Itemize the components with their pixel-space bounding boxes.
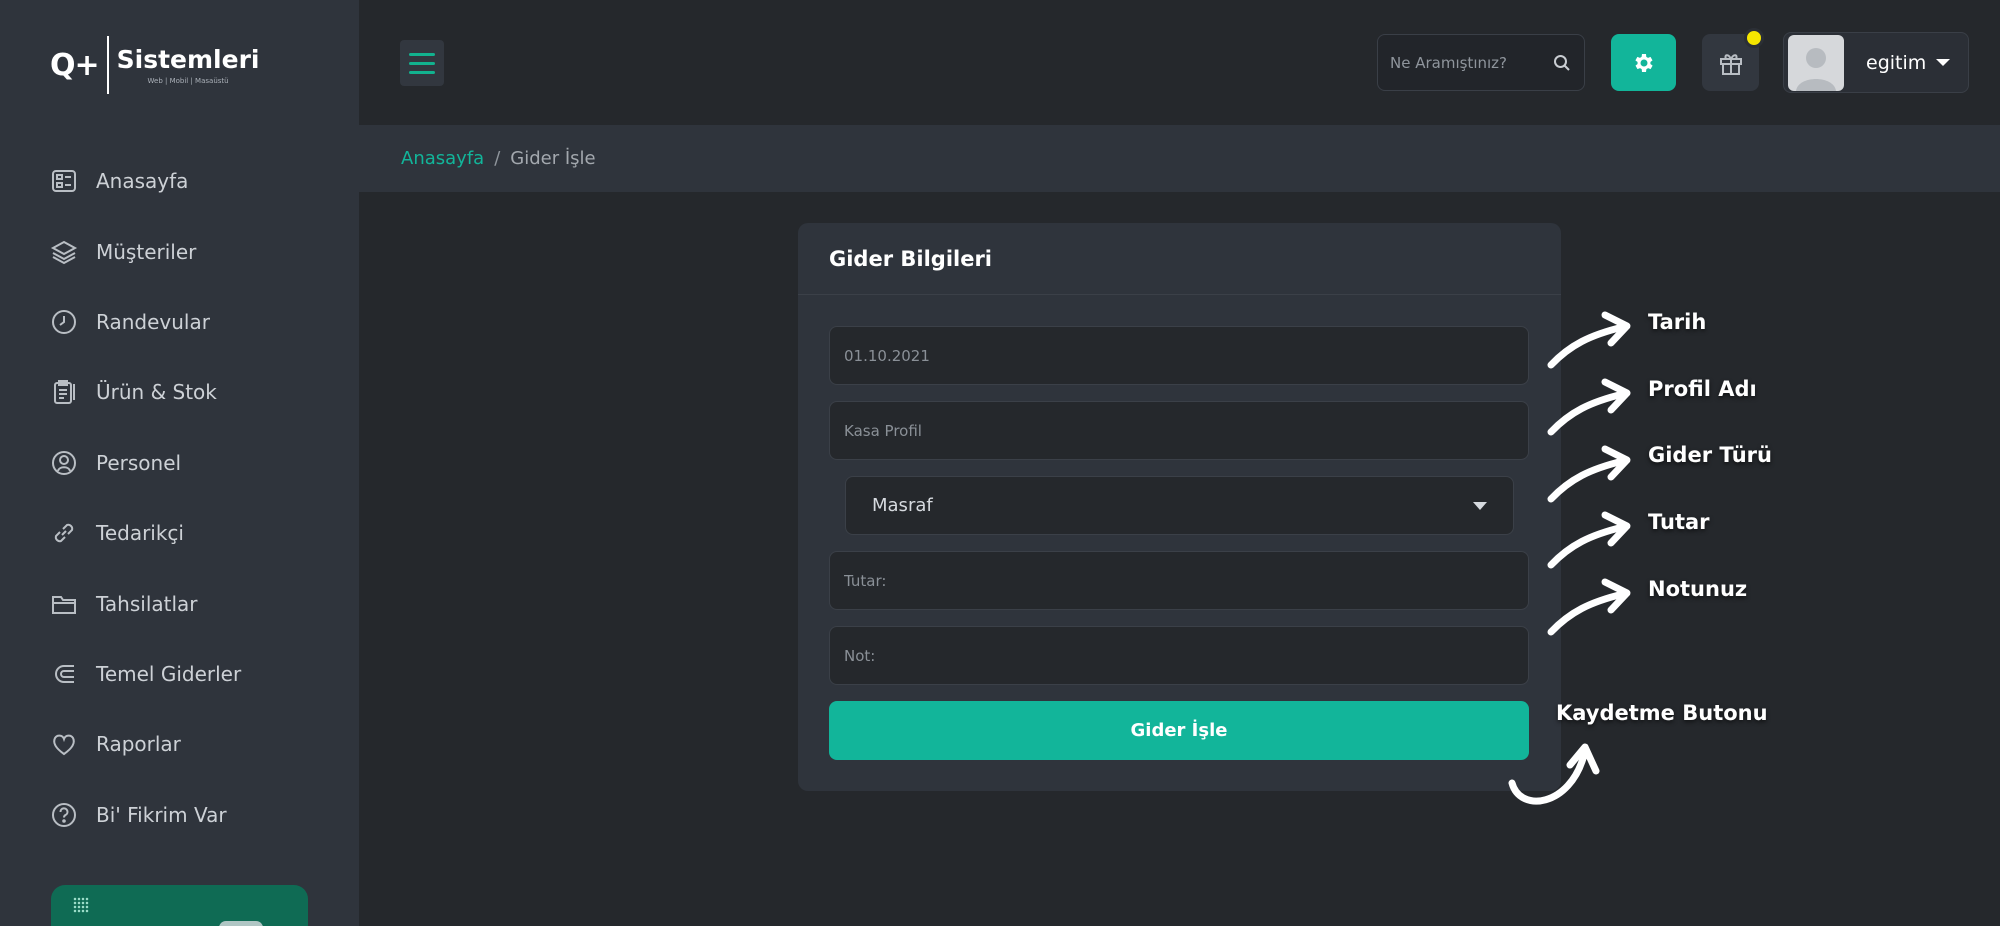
annotation-arrow-icon bbox=[1547, 511, 1631, 569]
logo-title: Sistemleri bbox=[116, 45, 260, 74]
date-field-wrapper bbox=[829, 326, 1529, 385]
chevron-down-icon bbox=[1936, 59, 1950, 66]
promo-toggle[interactable] bbox=[219, 921, 263, 926]
annotation-submit: Kaydetme Butonu bbox=[1556, 701, 1768, 725]
breadcrumb-current: Gider İşle bbox=[510, 148, 596, 169]
note-field-wrapper bbox=[829, 626, 1529, 685]
annotation-arrow-icon bbox=[1547, 578, 1631, 636]
magnet-icon bbox=[50, 660, 78, 688]
chevron-down-icon bbox=[1473, 501, 1487, 510]
annotation-type: Gider Türü bbox=[1648, 443, 1772, 467]
sidebar: Q+ Sistemleri Web | Mobil | Masaüstü Ana… bbox=[0, 0, 359, 926]
logo-divider bbox=[106, 36, 109, 94]
settings-button[interactable] bbox=[1611, 34, 1676, 91]
topbar: egitim bbox=[359, 0, 2000, 125]
logo-subtitle: Web | Mobil | Masaüstü bbox=[147, 77, 229, 85]
logo-text: Sistemleri Web | Mobil | Masaüstü bbox=[117, 45, 260, 85]
card-header: Gider Bilgileri bbox=[798, 223, 1561, 295]
clipboard-icon bbox=[50, 378, 78, 406]
profile-field-wrapper bbox=[829, 401, 1529, 460]
expense-type-value: Masraf bbox=[872, 495, 933, 516]
sidebar-item-fikrim-var[interactable]: Bi' Fikrim Var bbox=[50, 780, 330, 850]
username: egitim bbox=[1866, 51, 1927, 74]
sidebar-item-temel-giderler[interactable]: Temel Giderler bbox=[50, 639, 330, 709]
annotation-arrow-icon bbox=[1547, 378, 1631, 436]
annotation-curved-arrow-icon bbox=[1508, 743, 1600, 805]
sidebar-item-tedarikci[interactable]: Tedarikçi bbox=[50, 498, 330, 568]
layers-icon bbox=[50, 238, 78, 266]
hamburger-line bbox=[409, 70, 435, 74]
sidebar-item-randevular[interactable]: Randevular bbox=[50, 287, 330, 357]
dashboard-icon bbox=[50, 167, 78, 195]
sidebar-item-label: Temel Giderler bbox=[96, 661, 242, 686]
hamburger-line bbox=[409, 61, 435, 65]
heart-icon bbox=[50, 730, 78, 758]
sidebar-item-label: Personel bbox=[96, 450, 182, 475]
sidebar-item-label: Bi' Fikrim Var bbox=[96, 802, 227, 827]
annotation-note: Notunuz bbox=[1648, 577, 1748, 601]
card-title: Gider Bilgileri bbox=[829, 246, 993, 271]
annotation-arrow-icon bbox=[1547, 311, 1631, 369]
sidebar-item-label: Tedarikçi bbox=[96, 521, 184, 546]
logo[interactable]: Q+ Sistemleri Web | Mobil | Masaüstü bbox=[50, 35, 259, 95]
amount-field-wrapper bbox=[829, 551, 1529, 610]
dots-pattern-icon bbox=[73, 897, 89, 913]
breadcrumb: Anasayfa / Gider İşle bbox=[359, 125, 2000, 192]
sidebar-item-tahsilatlar[interactable]: Tahsilatlar bbox=[50, 568, 330, 638]
logo-mark: Q+ bbox=[50, 47, 100, 83]
breadcrumb-separator: / bbox=[494, 148, 501, 169]
annotation-date: Tarih bbox=[1648, 310, 1707, 334]
hamburger-line bbox=[409, 52, 435, 56]
user-circle-icon bbox=[50, 449, 78, 477]
question-icon bbox=[50, 801, 78, 829]
sidebar-item-raporlar[interactable]: Raporlar bbox=[50, 709, 330, 779]
gear-icon bbox=[1634, 53, 1653, 72]
search-input[interactable] bbox=[1390, 53, 1540, 72]
annotation-arrow-icon bbox=[1547, 445, 1631, 503]
sidebar-item-label: Anasayfa bbox=[96, 169, 189, 194]
promo-card[interactable] bbox=[51, 885, 308, 926]
sidebar-item-label: Randevular bbox=[96, 309, 210, 334]
expense-form-card: Gider Bilgileri Masraf Gider İşle bbox=[798, 223, 1561, 791]
profile-field[interactable] bbox=[844, 421, 1514, 440]
gift-icon bbox=[1719, 53, 1742, 75]
sidebar-item-musteriler[interactable]: Müşteriler bbox=[50, 216, 330, 286]
user-avatar-icon bbox=[1796, 47, 1836, 91]
expense-type-select[interactable]: Masraf bbox=[845, 476, 1514, 535]
avatar bbox=[1788, 34, 1844, 91]
sidebar-item-urun-stok[interactable]: Ürün & Stok bbox=[50, 357, 330, 427]
sidebar-menu: Anasayfa Müşteriler Randevular Ürün & St… bbox=[50, 146, 330, 850]
menu-toggle-button[interactable] bbox=[400, 40, 444, 86]
search-icon[interactable] bbox=[1552, 53, 1572, 73]
sidebar-item-label: Tahsilatlar bbox=[96, 591, 198, 616]
annotation-profile: Profil Adı bbox=[1648, 377, 1757, 401]
submit-expense-button[interactable]: Gider İşle bbox=[829, 701, 1529, 760]
annotation-amount: Tutar bbox=[1648, 510, 1710, 534]
clock-icon bbox=[50, 308, 78, 336]
search-box bbox=[1377, 34, 1585, 91]
sidebar-item-anasayfa[interactable]: Anasayfa bbox=[50, 146, 330, 216]
sidebar-item-personel[interactable]: Personel bbox=[50, 428, 330, 498]
user-menu[interactable]: egitim bbox=[1783, 32, 1969, 93]
sidebar-item-label: Ürün & Stok bbox=[96, 380, 217, 405]
amount-field[interactable] bbox=[844, 571, 1514, 590]
link-icon bbox=[50, 519, 78, 547]
date-field[interactable] bbox=[844, 346, 1514, 365]
note-field[interactable] bbox=[844, 646, 1514, 665]
breadcrumb-home-link[interactable]: Anasayfa bbox=[401, 148, 484, 169]
notification-badge bbox=[1744, 28, 1764, 48]
sidebar-item-label: Müşteriler bbox=[96, 239, 197, 264]
folder-icon bbox=[50, 590, 78, 618]
sidebar-item-label: Raporlar bbox=[96, 732, 181, 757]
